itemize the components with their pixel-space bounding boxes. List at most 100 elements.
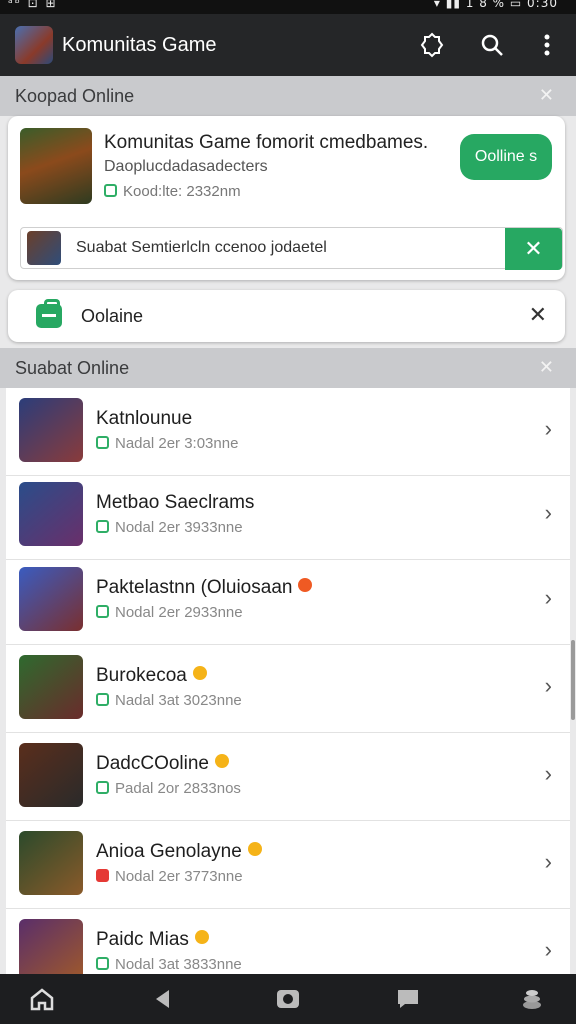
close-icon[interactable]: ✕ [539,357,554,378]
online-button[interactable]: Oolline s [460,134,552,180]
list-item[interactable]: Katnlounue Nadal 2er 3:03nne › [6,388,570,476]
game-meta-text: Nodal 2er 3773nne [115,868,243,885]
game-name-text: Anioa Genolayne [96,841,242,862]
bottom-nav [0,974,576,1024]
featured-card[interactable]: Komunitas Game fomorit cmedbames. Daoplu… [8,116,565,280]
chat-icon[interactable] [388,984,428,1014]
chevron-right-icon[interactable]: › [545,761,552,787]
banner-thumbnail [27,231,61,265]
game-thumbnail [19,831,83,895]
banner-close-button[interactable]: ✕ [505,228,562,270]
chevron-right-icon[interactable]: › [545,673,552,699]
game-name: Paidc Mias [96,929,209,951]
game-thumbnail [19,655,83,719]
scrollbar[interactable] [571,640,575,720]
game-thumbnail [19,398,83,462]
search-icon[interactable] [476,29,508,61]
emoji-icon [215,754,229,768]
emoji-icon [192,666,207,680]
more-options-icon[interactable] [531,29,563,61]
game-name: Anioa Genolayne [96,841,262,863]
game-thumbnail [19,567,83,631]
game-meta: Nodal 2er 3933nne [96,519,243,536]
game-name-text: DadcCOoline [96,753,209,774]
briefcase-icon [36,299,62,328]
game-name-text: Paktelastnn (Oluiosaan [96,577,293,598]
game-name-text: Paidc Mias [96,929,189,950]
featured-meta-text: Kood:lte: 2332nm [123,183,241,200]
online-badge-icon [96,869,109,882]
layers-icon[interactable] [512,984,552,1014]
featured-game-thumbnail [20,128,92,204]
status-icons-left: ᵃᵇ ⊡ ⊞ [8,0,58,10]
emoji-icon [194,930,209,944]
game-name-text: Katnlounue [96,408,193,429]
online-badge-icon [96,693,109,706]
section-title: Koopad Online [15,86,135,106]
chevron-right-icon[interactable]: › [545,416,552,442]
game-meta: Nodal 3at 3833nne [96,956,242,973]
game-meta-text: Nadal 2er 3:03nne [115,435,239,452]
game-list: Katnlounue Nadal 2er 3:03nne › Metbao Saecl… [6,388,570,974]
overview-icon[interactable] [268,984,308,1014]
section-title: Suabat Online [15,358,130,378]
settings-badge-icon[interactable] [416,29,448,61]
list-item[interactable]: Metbao Saeclrams Nodal 2er 3933nne › [6,472,570,560]
chevron-right-icon[interactable]: › [545,849,552,875]
online-badge-icon [96,520,109,533]
game-name: Burokecoa [96,665,207,687]
app-logo [15,26,53,64]
game-name-text: Metbao Saeclrams [96,492,255,513]
online-badge-icon [96,605,109,618]
game-thumbnail [19,743,83,807]
home-icon[interactable] [22,984,62,1014]
game-name: Paktelastnn (Oluiosaan [96,577,313,599]
game-meta-text: Padal 2or 2833nos [115,780,241,797]
notice-card[interactable]: Oolaine ✕ [8,290,565,342]
game-name: Katnlounue [96,408,192,430]
notice-label: Oolaine [81,306,144,326]
game-meta: Nadal 3at 3023nne [96,692,242,709]
game-thumbnail [19,919,83,974]
list-item[interactable]: Anioa Genolayne Nodal 2er 3773nne › [6,821,570,909]
emoji-icon [298,578,313,592]
game-meta: Nodal 2er 3773nne [96,868,243,885]
back-icon[interactable] [142,984,182,1014]
online-badge-icon [96,436,109,449]
chevron-right-icon[interactable]: › [545,500,552,526]
list-item[interactable]: DadcCOoline Padal 2or 2833nos › [6,733,570,821]
emoji-icon [247,842,262,856]
game-name: DadcCOoline [96,753,229,775]
featured-subtitle: Daoplucdadasadecters [104,158,268,175]
game-meta-text: Nodal 3at 3833nne [115,956,242,973]
app-title: Komunitas Game [62,34,217,56]
status-bar: ᵃᵇ ⊡ ⊞ ▾ ▮▮ 1 8 % ▭ 0:30 [0,0,576,14]
status-icons-right: ▾ ▮▮ 1 8 % ▭ 0:30 [433,0,558,10]
game-meta: Nodal 2er 2933nne [96,604,243,621]
game-thumbnail [19,482,83,546]
section-header-list: Suabat Online ✕ [0,348,576,388]
online-badge-icon [104,184,117,197]
game-meta: Nadal 2er 3:03nne [96,435,238,452]
close-icon[interactable]: ✕ [539,85,554,106]
inline-banner[interactable]: Suabat Semtierlcln ccenoo jodaetel ✕ [20,227,563,270]
section-header-top: Koopad Online ✕ [0,76,576,116]
close-icon[interactable]: ✕ [529,302,547,328]
game-meta-text: Nodal 2er 3933nne [115,519,243,536]
chevron-right-icon[interactable]: › [545,585,552,611]
online-badge-icon [96,957,109,970]
game-name-text: Burokecoa [96,665,187,686]
featured-title: Komunitas Game fomorit cmedbames. [104,132,429,153]
game-meta-text: Nodal 2er 2933nne [115,604,243,621]
list-item[interactable]: Paktelastnn (Oluiosaan Nodal 2er 2933nne › [6,557,570,645]
game-name: Metbao Saeclrams [96,492,254,514]
online-badge-icon [96,781,109,794]
list-item[interactable]: Paidc Mias Nodal 3at 3833nne › [6,909,570,974]
game-meta: Padal 2or 2833nos [96,780,241,797]
list-item[interactable]: Burokecoa Nadal 3at 3023nne › [6,645,570,733]
chevron-right-icon[interactable]: › [545,937,552,963]
app-bar: Komunitas Game [0,14,576,76]
banner-text: Suabat Semtierlcln ccenoo jodaetel [76,239,327,256]
featured-meta: Kood:lte: 2332nm [104,183,241,200]
game-meta-text: Nadal 3at 3023nne [115,692,242,709]
